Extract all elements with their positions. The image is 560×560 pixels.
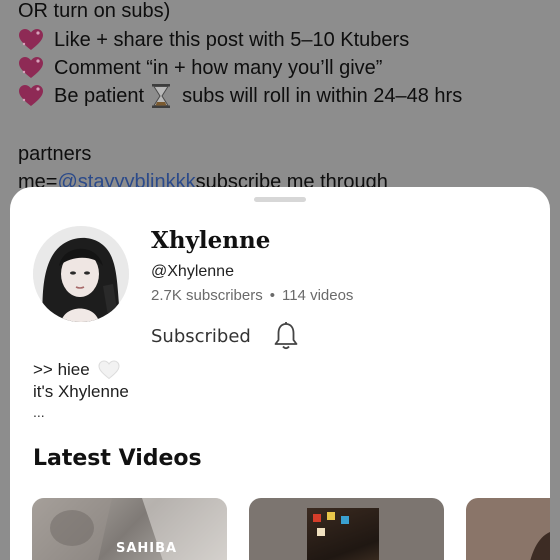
- thumbnail-detail: [317, 528, 325, 536]
- post-line: Like + share this post with 5–10 Ktubers: [18, 26, 409, 55]
- hourglass-icon: [152, 84, 171, 109]
- post-line: Be patient subs will roll in within 24–4…: [18, 82, 462, 111]
- subscribe-row: Subscribed: [151, 321, 299, 351]
- description-line: >> hiee: [33, 360, 90, 379]
- thumbnail-detail: [313, 514, 321, 522]
- white-heart-icon: [98, 360, 120, 380]
- video-count: 114 videos: [281, 287, 354, 304]
- video-thumbnail[interactable]: SAHIBA: [32, 498, 227, 560]
- sparkling-heart-icon: [19, 57, 43, 79]
- channel-stats: 2.7K subscribers • 114 videos: [151, 287, 353, 304]
- post-line: OR turn on subs): [18, 0, 171, 22]
- avatar[interactable]: [33, 226, 129, 322]
- channel-bottom-sheet: Xhylenne @Xhylenne 2.7K subscribers • 114 …: [10, 187, 550, 560]
- description-more: ...: [33, 404, 45, 420]
- channel-description[interactable]: >> hiee it's Xhylenne ...: [33, 359, 129, 421]
- notification-bell-icon[interactable]: [273, 321, 299, 351]
- latest-videos-heading: Latest Videos: [33, 446, 202, 471]
- post-line: partners: [18, 143, 92, 165]
- post-content: OR turn on subs) Like + share this post …: [0, 0, 560, 200]
- video-thumbnail[interactable]: [249, 498, 444, 560]
- thumbnail-detail: [327, 512, 335, 520]
- sparkling-heart-icon: [19, 85, 43, 107]
- thumbnail-image: [307, 508, 379, 560]
- drag-handle[interactable]: [254, 197, 306, 202]
- stats-separator: •: [269, 287, 275, 304]
- post-line: Comment “in + how many you’ll give”: [18, 54, 382, 83]
- channel-name: Xhylenne: [151, 227, 271, 254]
- sparkling-heart-icon: [19, 29, 43, 51]
- subscriber-count: 2.7K subscribers: [151, 287, 263, 304]
- video-title-overlay: SAHIBA: [116, 541, 178, 556]
- description-line: it's Xhylenne: [33, 382, 129, 401]
- video-thumbnail[interactable]: [466, 498, 550, 560]
- thumbnail-detail: [341, 516, 349, 524]
- channel-handle: @Xhylenne: [151, 263, 234, 280]
- subscribed-button[interactable]: Subscribed: [151, 326, 251, 347]
